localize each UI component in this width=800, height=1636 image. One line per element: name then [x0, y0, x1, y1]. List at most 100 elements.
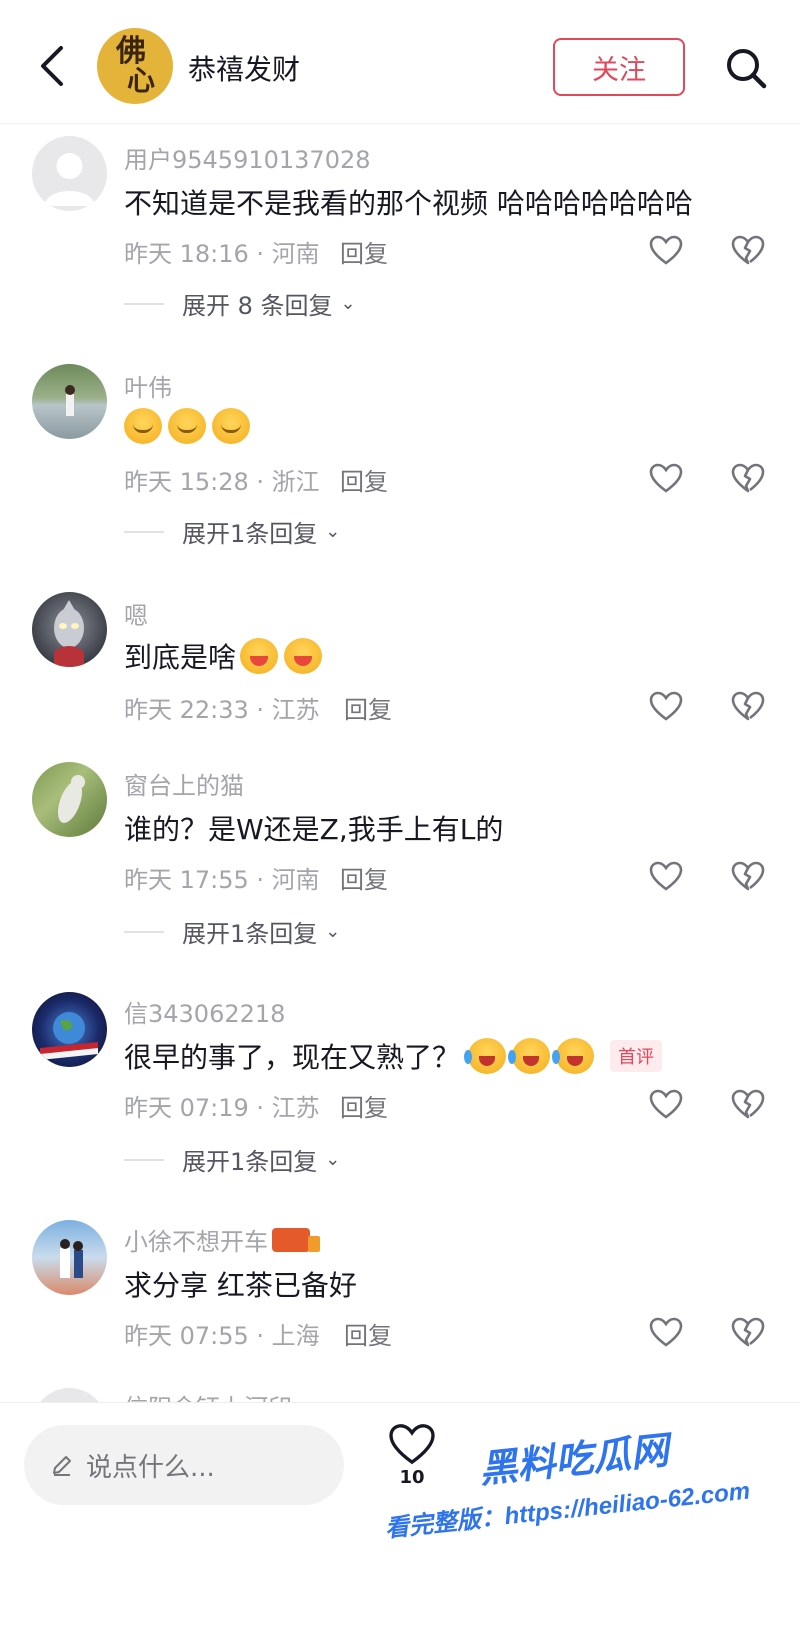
- chevron-down-icon: ⌄: [325, 921, 341, 942]
- account-avatar[interactable]: 佛 心: [97, 28, 173, 104]
- divider: [124, 930, 164, 933]
- like-button[interactable]: [644, 1310, 688, 1354]
- back-button[interactable]: [30, 38, 74, 94]
- laugh-emoji-icon: [240, 638, 279, 674]
- crying-laugh-emoji-icon: [552, 1038, 595, 1074]
- follow-button[interactable]: 关注: [553, 38, 685, 96]
- like-button[interactable]: [644, 854, 688, 898]
- avatar[interactable]: [32, 592, 107, 667]
- comment-time-location: 昨天 15:28 · 浙江: [124, 468, 320, 496]
- like-button[interactable]: [644, 1082, 688, 1126]
- ultraman-avatar-icon: [54, 600, 84, 667]
- reply-button[interactable]: 回复: [340, 462, 388, 497]
- top-bar: 佛 心 恭禧发财 关注: [0, 0, 800, 124]
- comment-item-partial: 信阳金钰上河印: [0, 1388, 800, 1402]
- laugh-emoji-icon: [284, 638, 323, 674]
- like-button[interactable]: [644, 456, 688, 500]
- comment-time-location: 昨天 17:55 · 河南: [124, 866, 320, 894]
- heart-icon: [649, 235, 683, 265]
- expand-replies[interactable]: 展开1条回复 ⌄: [124, 914, 340, 949]
- comment-input[interactable]: 说点什么...: [24, 1425, 344, 1505]
- expand-replies-label: 展开1条回复: [182, 920, 318, 948]
- divider: [124, 302, 164, 305]
- avatar[interactable]: [32, 1388, 107, 1402]
- default-avatar-icon: [44, 153, 95, 206]
- chevron-down-icon: ⌄: [340, 293, 356, 314]
- divider: [124, 1158, 164, 1161]
- avatar-char-2: 心: [126, 64, 155, 97]
- dislike-button[interactable]: [726, 684, 770, 728]
- reply-button[interactable]: 回复: [344, 690, 392, 725]
- comment-time-location: 昨天 07:19 · 江苏: [124, 1094, 320, 1122]
- comment-username[interactable]: 信阳金钰上河印: [124, 1388, 292, 1402]
- reply-button[interactable]: 回复: [340, 234, 388, 269]
- expand-replies[interactable]: 展开1条回复 ⌄: [124, 1142, 340, 1177]
- comment-text-row: 很早的事了，现在又熟了？ 首评: [124, 1036, 663, 1076]
- search-button[interactable]: [718, 40, 774, 96]
- broken-heart-icon: [731, 861, 765, 891]
- heart-icon: [649, 463, 683, 493]
- truck-emoji-icon: [272, 1227, 320, 1252]
- dislike-button[interactable]: [726, 854, 770, 898]
- comment-text-row: 到底是啥: [124, 636, 328, 676]
- comment-input-placeholder: 说点什么...: [86, 1452, 215, 1483]
- comment-username: 小徐不想开车: [124, 1228, 268, 1256]
- avatar[interactable]: [32, 1220, 107, 1295]
- blush-emoji-icon: [212, 408, 250, 444]
- crying-laugh-emoji-icon: [508, 1038, 551, 1074]
- broken-heart-icon: [731, 1089, 765, 1119]
- comment-time-location: 昨天 18:16 · 河南: [124, 240, 320, 268]
- chevron-down-icon: ⌄: [325, 1149, 341, 1170]
- dislike-button[interactable]: [726, 1310, 770, 1354]
- broken-heart-icon: [731, 463, 765, 493]
- comment-username[interactable]: 窗台上的猫: [124, 766, 244, 801]
- comment-text: 谁的？是W还是Z,我手上有L的: [124, 813, 504, 846]
- avatar[interactable]: [32, 762, 107, 837]
- comment-time-location: 昨天 07:55 · 上海: [124, 1322, 320, 1350]
- search-icon: [727, 49, 767, 89]
- expand-replies[interactable]: 展开 8 条回复 ⌄: [124, 286, 356, 321]
- avatar[interactable]: [32, 364, 107, 439]
- comment-emoji-row: [124, 408, 256, 444]
- heart-icon: [649, 861, 683, 891]
- dislike-button[interactable]: [726, 228, 770, 272]
- divider: [124, 530, 164, 533]
- person-photo-icon: [60, 1239, 83, 1278]
- heart-icon: [389, 1424, 435, 1465]
- video-like-button[interactable]: 10: [382, 1423, 442, 1488]
- broken-heart-icon: [731, 1317, 765, 1347]
- like-count: 10: [399, 1467, 425, 1488]
- crying-laugh-emoji-icon: [464, 1038, 507, 1074]
- reply-button[interactable]: 回复: [340, 1088, 388, 1123]
- comment-input-bar: 说点什么... 10: [0, 1402, 800, 1636]
- person-photo-icon: [65, 385, 75, 416]
- expand-replies-label: 展开 8 条回复: [182, 292, 333, 320]
- comment-username[interactable]: 信343062218: [124, 994, 285, 1029]
- comment-username-row[interactable]: 小徐不想开车: [124, 1222, 320, 1257]
- comment-username[interactable]: 叶伟: [124, 368, 172, 403]
- broken-heart-icon: [731, 235, 765, 265]
- avatar[interactable]: [32, 992, 107, 1067]
- account-name[interactable]: 恭禧发财: [188, 48, 300, 88]
- chevron-down-icon: ⌄: [325, 521, 341, 542]
- avatar[interactable]: [32, 136, 107, 211]
- pencil-icon: [50, 1453, 74, 1477]
- avatar-char-1: 佛: [116, 34, 146, 69]
- dislike-button[interactable]: [726, 1082, 770, 1126]
- comment-text: 不知道是不是我看的那个视频 哈哈哈哈哈哈哈: [124, 187, 693, 220]
- comment-text: 到底是啥: [124, 641, 237, 674]
- expand-replies[interactable]: 展开1条回复 ⌄: [124, 514, 340, 549]
- comment-time-location: 昨天 22:33 · 江苏: [124, 696, 320, 724]
- reply-button[interactable]: 回复: [340, 860, 388, 895]
- like-button[interactable]: [644, 684, 688, 728]
- reply-button[interactable]: 回复: [344, 1316, 392, 1351]
- chevron-left-icon: [41, 46, 63, 86]
- blush-emoji-icon: [168, 408, 206, 444]
- dislike-button[interactable]: [726, 456, 770, 500]
- like-button[interactable]: [644, 228, 688, 272]
- comment-username[interactable]: 嗯: [124, 596, 148, 631]
- broken-heart-icon: [731, 691, 765, 721]
- expand-replies-label: 展开1条回复: [182, 520, 318, 548]
- comment-text: 求分享 红茶已备好: [124, 1269, 357, 1302]
- comment-username[interactable]: 用户9545910137028: [124, 140, 371, 175]
